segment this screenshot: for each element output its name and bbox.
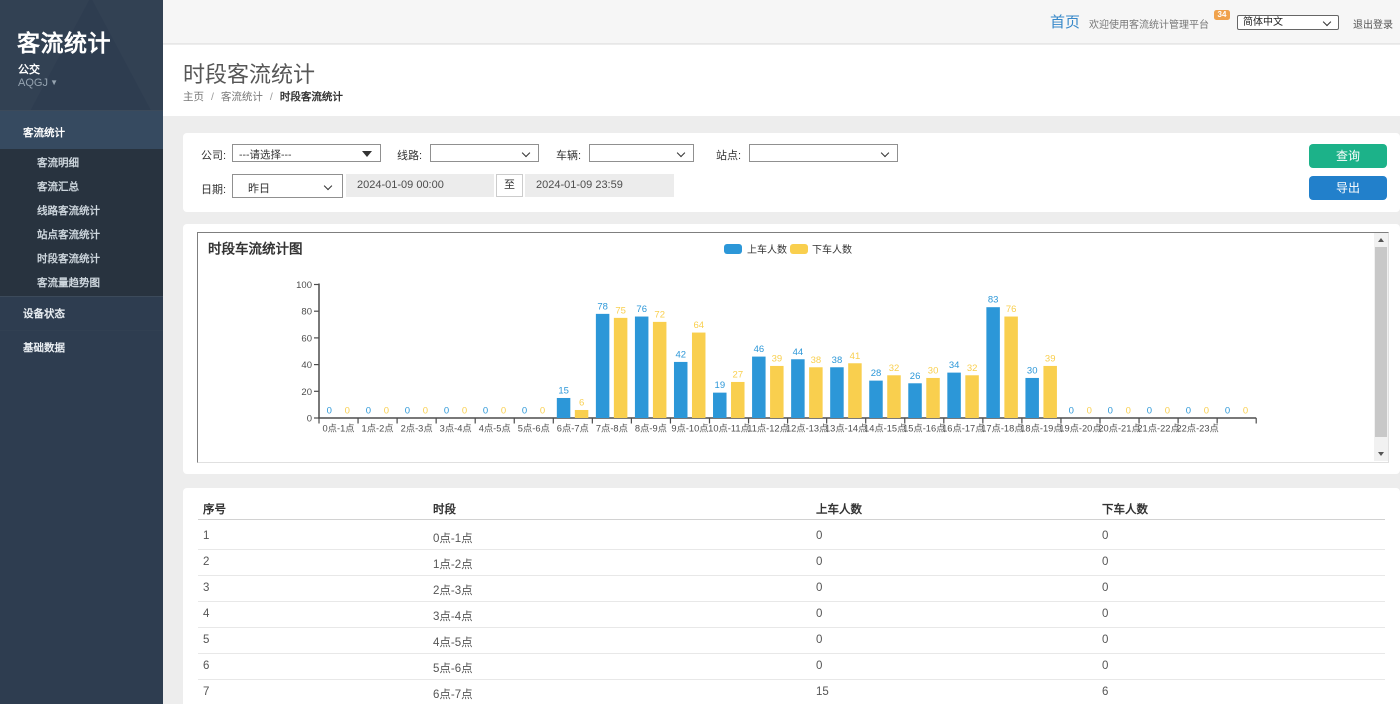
svg-text:14点-15点: 14点-15点 xyxy=(864,424,906,434)
svg-text:1点-2点: 1点-2点 xyxy=(362,424,394,434)
svg-text:32: 32 xyxy=(967,363,978,374)
svg-text:12点-13点: 12点-13点 xyxy=(786,424,828,434)
svg-text:76: 76 xyxy=(1006,304,1017,315)
svg-text:0: 0 xyxy=(1087,406,1092,417)
svg-text:0: 0 xyxy=(1204,406,1209,417)
svg-text:0: 0 xyxy=(501,406,506,417)
svg-text:26: 26 xyxy=(910,371,921,382)
svg-text:19点-20点: 19点-20点 xyxy=(1059,424,1101,434)
svg-text:78: 78 xyxy=(597,301,608,312)
svg-text:0: 0 xyxy=(345,406,350,417)
svg-text:0: 0 xyxy=(1126,406,1131,417)
svg-text:0: 0 xyxy=(1147,406,1152,417)
svg-text:10点-11点: 10点-11点 xyxy=(708,424,750,434)
svg-text:0: 0 xyxy=(366,406,371,417)
svg-text:76: 76 xyxy=(636,304,647,315)
svg-text:27: 27 xyxy=(733,369,744,380)
svg-text:下车人数: 下车人数 xyxy=(812,243,852,256)
svg-text:64: 64 xyxy=(693,320,704,331)
svg-text:28: 28 xyxy=(871,368,882,379)
svg-text:0点-1点: 0点-1点 xyxy=(323,424,355,434)
svg-text:15: 15 xyxy=(558,385,569,396)
svg-text:0: 0 xyxy=(405,406,410,417)
svg-text:19: 19 xyxy=(715,380,726,391)
svg-text:0: 0 xyxy=(444,406,449,417)
svg-text:38: 38 xyxy=(811,355,822,366)
svg-text:75: 75 xyxy=(615,305,626,316)
svg-text:16点-17点: 16点-17点 xyxy=(942,424,984,434)
svg-text:21点-22点: 21点-22点 xyxy=(1137,424,1179,434)
svg-text:34: 34 xyxy=(949,360,960,371)
svg-text:100: 100 xyxy=(296,280,312,291)
svg-text:3点-4点: 3点-4点 xyxy=(440,424,472,434)
svg-text:15点-16点: 15点-16点 xyxy=(903,424,945,434)
svg-text:0: 0 xyxy=(540,406,545,417)
svg-text:17点-18点: 17点-18点 xyxy=(981,424,1023,434)
svg-text:0: 0 xyxy=(1243,406,1248,417)
svg-text:83: 83 xyxy=(988,295,999,306)
svg-text:30: 30 xyxy=(1027,365,1038,376)
svg-text:30: 30 xyxy=(928,365,939,376)
svg-text:44: 44 xyxy=(793,347,804,358)
svg-text:72: 72 xyxy=(654,309,665,320)
svg-text:40: 40 xyxy=(301,360,312,371)
svg-text:39: 39 xyxy=(772,353,783,364)
svg-text:13点-14点: 13点-14点 xyxy=(825,424,867,434)
svg-text:0: 0 xyxy=(1186,406,1191,417)
svg-text:上车人数: 上车人数 xyxy=(747,243,787,256)
svg-text:39: 39 xyxy=(1045,353,1056,364)
svg-text:0: 0 xyxy=(1165,406,1170,417)
svg-text:8点-9点: 8点-9点 xyxy=(635,424,667,434)
svg-text:46: 46 xyxy=(754,344,765,355)
svg-text:9点-10点: 9点-10点 xyxy=(671,424,708,434)
svg-text:38: 38 xyxy=(832,355,843,366)
svg-text:6: 6 xyxy=(579,397,584,408)
svg-text:11点-12点: 11点-12点 xyxy=(747,424,789,434)
svg-text:0: 0 xyxy=(307,414,312,425)
svg-text:0: 0 xyxy=(384,406,389,417)
svg-text:4点-5点: 4点-5点 xyxy=(479,424,511,434)
svg-text:20: 20 xyxy=(301,387,312,398)
svg-text:0: 0 xyxy=(327,406,332,417)
svg-text:18点-19点: 18点-19点 xyxy=(1020,424,1062,434)
svg-text:0: 0 xyxy=(1108,406,1113,417)
svg-text:0: 0 xyxy=(483,406,488,417)
svg-text:时段车流统计图: 时段车流统计图 xyxy=(208,241,303,257)
svg-text:0: 0 xyxy=(522,406,527,417)
svg-text:22点-23点: 22点-23点 xyxy=(1176,424,1218,434)
svg-text:32: 32 xyxy=(889,363,900,374)
svg-text:60: 60 xyxy=(301,333,312,344)
svg-text:5点-6点: 5点-6点 xyxy=(518,424,550,434)
svg-text:42: 42 xyxy=(675,349,686,360)
svg-text:2点-3点: 2点-3点 xyxy=(401,424,433,434)
svg-text:80: 80 xyxy=(301,307,312,318)
svg-text:6点-7点: 6点-7点 xyxy=(557,424,589,434)
svg-text:0: 0 xyxy=(462,406,467,417)
svg-text:20点-21点: 20点-21点 xyxy=(1098,424,1140,434)
svg-text:0: 0 xyxy=(1225,406,1230,417)
svg-text:7点-8点: 7点-8点 xyxy=(596,424,628,434)
svg-text:41: 41 xyxy=(850,351,861,362)
svg-text:0: 0 xyxy=(1069,406,1074,417)
svg-text:0: 0 xyxy=(423,406,428,417)
